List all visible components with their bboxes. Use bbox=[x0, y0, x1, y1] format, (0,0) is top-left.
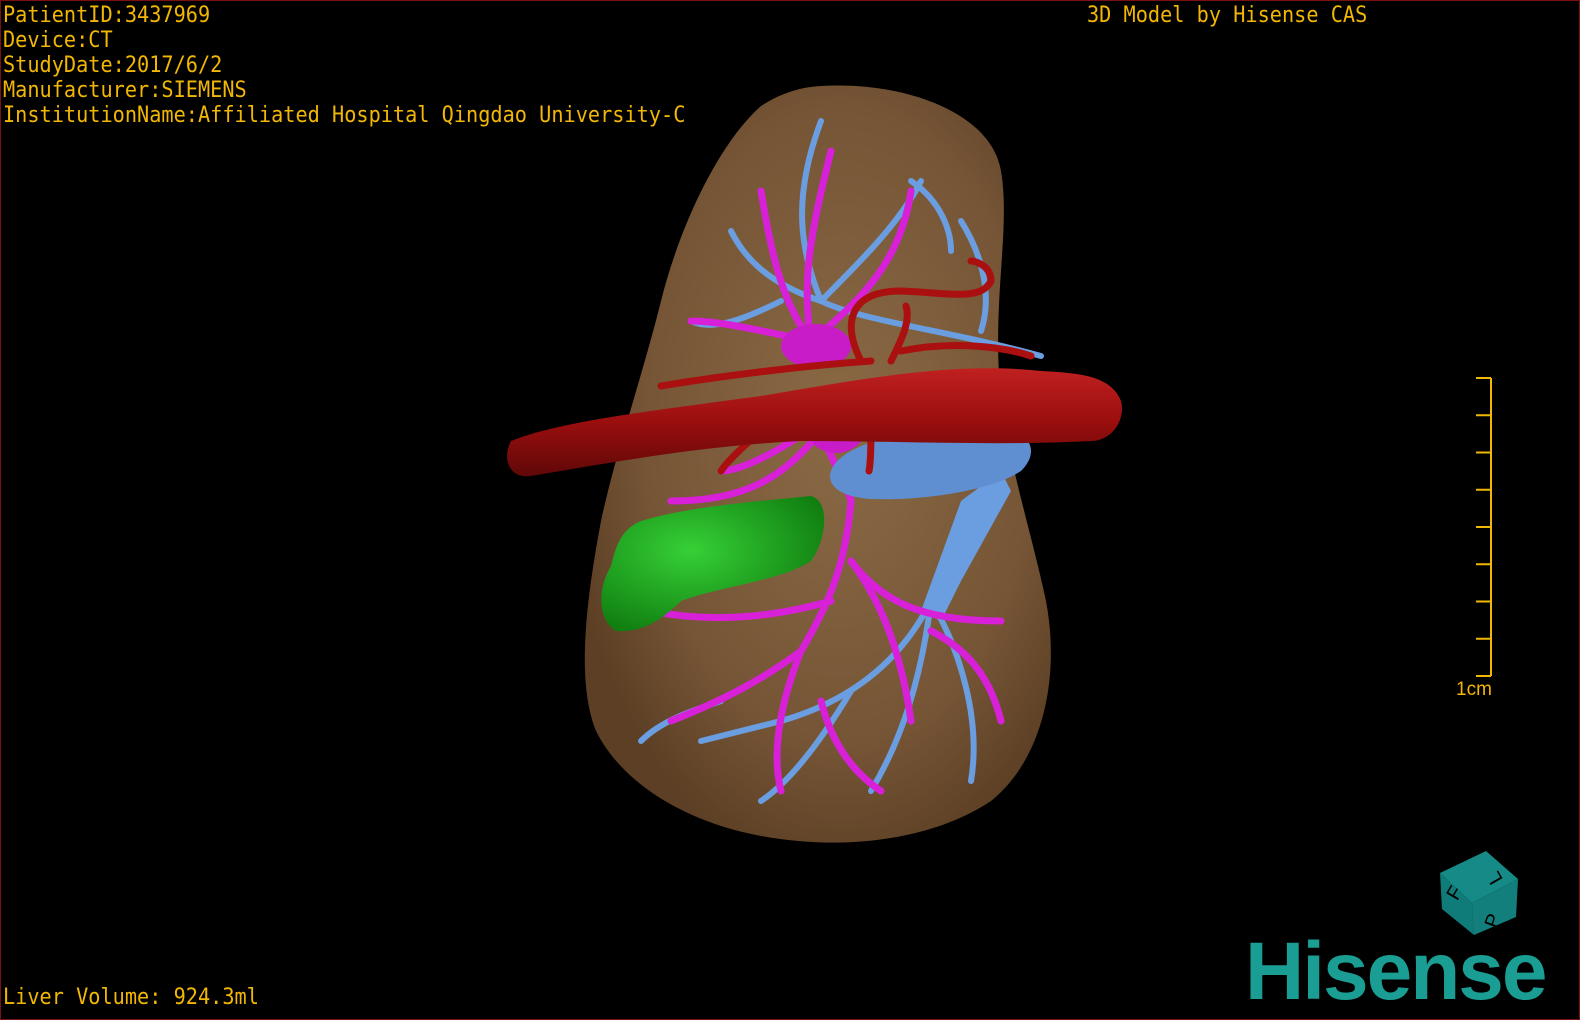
orientation-cube-icon[interactable]: F L P bbox=[1426, 839, 1526, 939]
model-title: 3D Model by Hisense CAS bbox=[1087, 3, 1368, 28]
institution-name: InstitutionName:Affiliated Hospital Qing… bbox=[3, 103, 686, 128]
scale-bar bbox=[1476, 377, 1492, 677]
liver-3d-model[interactable] bbox=[1, 1, 1580, 1020]
scale-bar-label: 1cm bbox=[1456, 679, 1492, 700]
manufacturer: Manufacturer:SIEMENS bbox=[3, 78, 247, 103]
device: Device:CT bbox=[3, 28, 113, 53]
dicom-info-block: PatientID:3437969 Device:CT StudyDate:2017… bbox=[3, 3, 685, 128]
liver-volume: Liver Volume: 924.3ml bbox=[3, 985, 259, 1010]
study-date: StudyDate:2017/6/2 bbox=[3, 53, 223, 78]
hisense-logo: Hisense bbox=[1245, 926, 1548, 1017]
3d-viewport[interactable]: PatientID:3437969 Device:CT StudyDate:2017… bbox=[0, 0, 1580, 1020]
patient-id: PatientID:3437969 bbox=[3, 3, 211, 28]
